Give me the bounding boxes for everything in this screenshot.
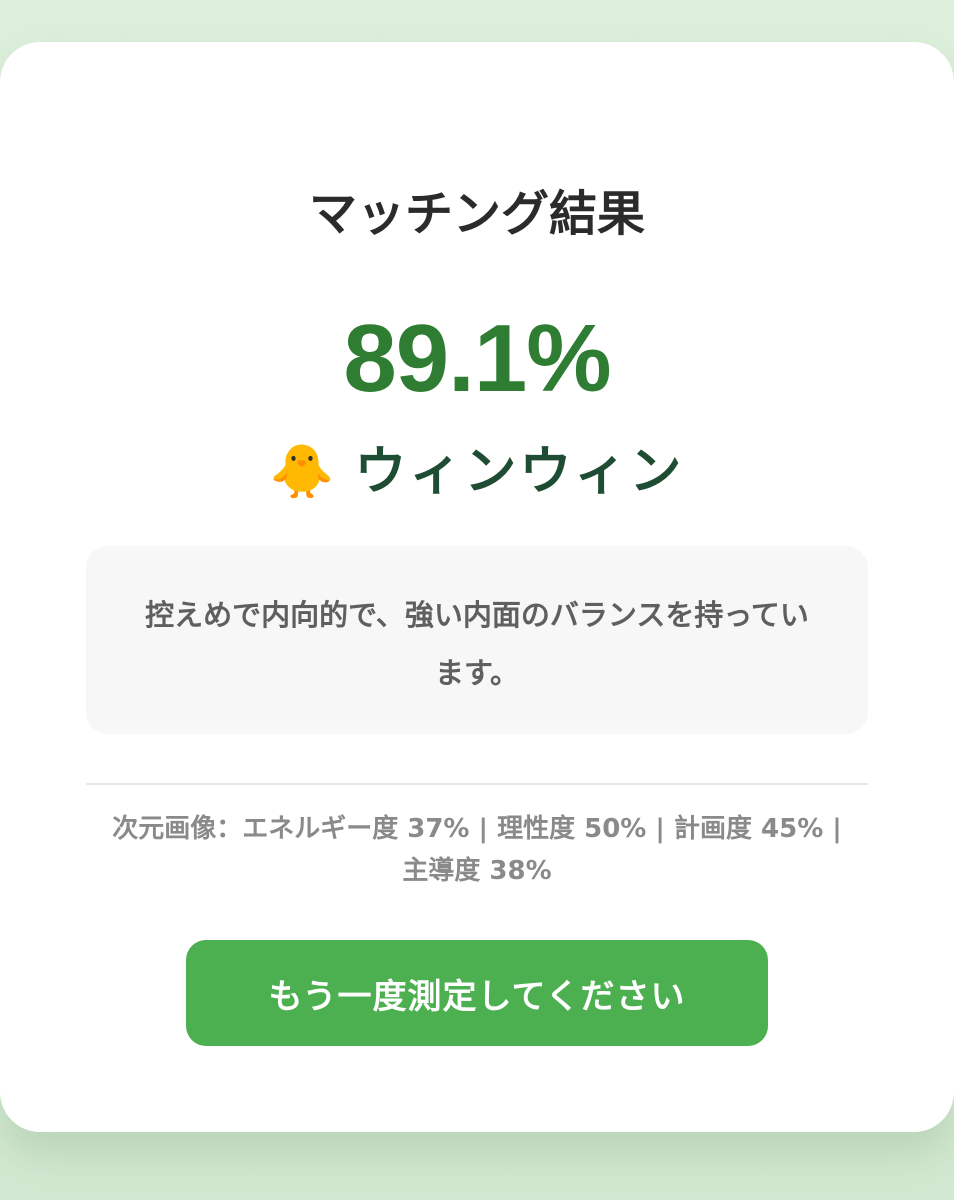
match-score: 89.1% bbox=[343, 305, 611, 412]
retry-button[interactable]: もう一度測定してください bbox=[186, 940, 768, 1046]
baby-chick-icon: 🐥 bbox=[269, 442, 335, 502]
result-card: マッチング結果 89.1% 🐥 ウィンウィン 控えめで内向的で、強い内面のバラン… bbox=[0, 42, 954, 1132]
result-type: 🐥 ウィンウィン bbox=[0, 440, 954, 504]
description-text: 控えめで内向的で、強い内面のバランスを持っています。 bbox=[145, 598, 809, 690]
type-name: ウィンウィン bbox=[354, 442, 685, 502]
divider bbox=[86, 783, 868, 785]
description-box: 控えめで内向的で、強い内面のバランスを持っています。 bbox=[86, 546, 868, 734]
page-title: マッチング結果 bbox=[308, 186, 645, 242]
dimension-summary: 次元画像：エネルギー度 37% | 理性度 50% | 計画度 45% | 主導… bbox=[112, 814, 842, 886]
